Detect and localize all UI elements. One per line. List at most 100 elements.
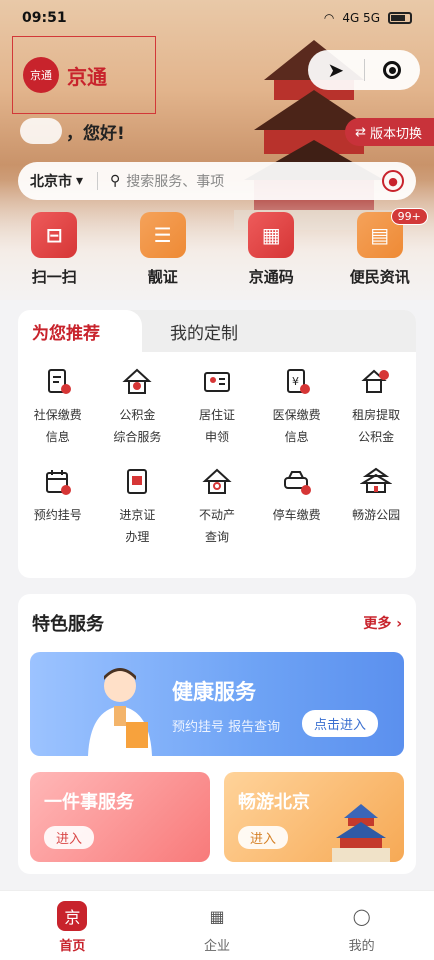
tab-enterprise-label: 企业 [204,939,231,954]
city-selector[interactable]: 北京市 ▾ [30,171,83,191]
profile-icon: ◯ [352,906,371,926]
quick-scan-label: 扫一扫 [31,268,77,286]
microphone-icon[interactable]: ● [382,170,404,192]
quick-id-card-label: 靓证 [147,268,178,286]
tab-profile-label: 我的 [348,939,375,954]
version-switch-button[interactable]: ⇄ 版本切换 [345,118,434,146]
location-arrow-icon: ➤ [327,58,345,82]
health-service-banner[interactable]: 健康服务 预约挂号 报告查询 点击进入 [30,652,404,756]
tour-temple-illustration [332,804,390,862]
service-beijing-permit[interactable]: 进京证 办理 [98,466,178,566]
park-icon [360,466,393,498]
service-label: 进京证 办理 [119,508,156,544]
home-icon: 京 [57,901,88,931]
beijing-permit-icon [121,466,153,498]
service-real-estate[interactable]: 不动产 查询 [177,466,257,566]
social-security-icon [42,366,74,398]
user-avatar [20,118,62,144]
caret-down-icon: ▾ [76,173,84,189]
scan-icon: ⊟ [31,212,78,258]
svg-text:¥: ¥ [292,375,299,388]
close-program-button[interactable] [365,50,421,90]
location-button[interactable]: ➤ [308,50,364,90]
residence-permit-icon [201,366,233,398]
quick-qr-code-label: 京通码 [248,268,294,286]
service-label: 不动产 查询 [198,508,235,544]
quick-id-card[interactable]: ☰ 靓证 [109,212,218,292]
swap-icon: ⇄ [355,124,366,140]
service-appointment[interactable]: 预约挂号 [18,466,98,566]
quick-qr-code[interactable]: ▦ 京通码 [217,212,326,292]
mini-program-capsule: ➤ [308,50,420,90]
service-social-security[interactable]: 社保缴费 信息 [18,366,98,466]
tour-beijing-title: 畅游北京 [238,792,310,813]
greeting-text: ，您好! [66,123,125,144]
tour-beijing-tile[interactable]: 畅游北京 进入 [224,772,404,862]
service-medical-insurance[interactable]: ¥ 医保缴费 信息 [257,366,337,466]
tab-home[interactable]: 京 首页 [0,891,145,960]
one-thing-title: 一件事服务 [44,792,134,813]
service-label: 社保缴费 信息 [33,408,82,444]
greeting: ，您好! [20,118,125,144]
recommend-card: 为您推荐 我的定制 社保缴费 信息 公积金 综合服务 居住证 申领 ¥ 医保缴费 信息 … [18,310,416,578]
tab-home-label: 首页 [59,939,86,954]
service-label: 预约挂号 [33,508,82,522]
quick-scan[interactable]: ⊟ 扫一扫 [0,212,109,292]
service-label: 停车缴费 [272,508,321,522]
tab-enterprise[interactable]: ▦ 企业 [145,891,290,960]
health-enter-button[interactable]: 点击进入 [301,710,378,737]
recommend-tabs: 为您推荐 我的定制 [18,310,416,352]
wifi-icon: ◠ [323,11,335,25]
service-label: 公积金 综合服务 [113,408,162,444]
quick-news[interactable]: ▤ 99+ 便民资讯 [326,208,434,292]
status-bar: 09:51 ◠ 4G 5G [0,0,434,36]
tour-beijing-enter-button[interactable]: 进入 [238,826,289,849]
more-link[interactable]: 更多 › [363,613,402,633]
service-parking[interactable]: 停车缴费 [257,466,337,566]
featured-title: 特色服务 [32,614,104,635]
tab-custom[interactable]: 我的定制 [142,310,238,352]
medical-insurance-icon: ¥ [281,366,313,398]
health-subtitle: 预约挂号 报告查询 [172,720,281,735]
one-thing-service-tile[interactable]: 一件事服务 进入 [30,772,210,862]
one-thing-enter-button[interactable]: 进入 [44,826,95,849]
search-bar: 北京市 ▾ ⚲ 搜索服务、事项 ● [18,162,416,200]
appointment-icon [42,466,74,498]
housing-fund-icon [121,366,153,398]
rent-withdraw-icon [360,366,392,398]
brand-logo-icon: 京通 [23,57,59,93]
service-housing-fund[interactable]: 公积金 综合服务 [98,366,178,466]
news-badge: 99+ [390,208,428,225]
featured-services: 特色服务 更多 › 健康服务 预约挂号 报告查询 点击进入 一件事服务 进入 畅… [18,594,416,874]
search-input[interactable]: 搜索服务、事项 [126,171,382,191]
record-icon [383,61,402,79]
service-residence-permit[interactable]: 居住证 申领 [177,366,257,466]
tab-profile[interactable]: ◯ 我的 [289,891,434,960]
parking-icon [281,466,313,498]
signal-icon: 4G 5G [342,11,380,25]
qr-code-icon: ▦ [248,212,295,258]
search-icon: ⚲ [110,173,121,189]
doctor-illustration [88,668,152,756]
city-label: 北京市 [30,174,72,190]
tab-recommend[interactable]: 为您推荐 [18,310,142,352]
service-label: 租房提取 公积金 [352,408,401,444]
quick-actions: ⊟ 扫一扫 ☰ 靓证 ▦ 京通码 ▤ 99+ 便民资讯 [0,208,434,292]
id-card-icon: ☰ [139,212,186,258]
service-label: 医保缴费 信息 [272,408,321,444]
quick-news-label: 便民资讯 [349,268,410,286]
service-label: 畅游公园 [352,508,401,522]
brand-name: 京通 [67,64,107,89]
status-time: 09:51 [22,10,67,26]
battery-icon [388,12,412,24]
service-label: 居住证 申领 [198,408,235,444]
brand-header[interactable]: 京通 京通 [12,36,156,114]
enterprise-icon: ▦ [209,906,225,926]
service-rent-withdraw[interactable]: 租房提取 公积金 [336,366,416,466]
real-estate-icon [201,466,233,498]
health-title: 健康服务 [172,680,256,704]
version-switch-label: 版本切换 [369,126,422,142]
bottom-tab-bar: 京 首页 ▦ 企业 ◯ 我的 [0,890,434,960]
service-park[interactable]: 畅游公园 [336,466,416,566]
search-divider [97,172,99,190]
